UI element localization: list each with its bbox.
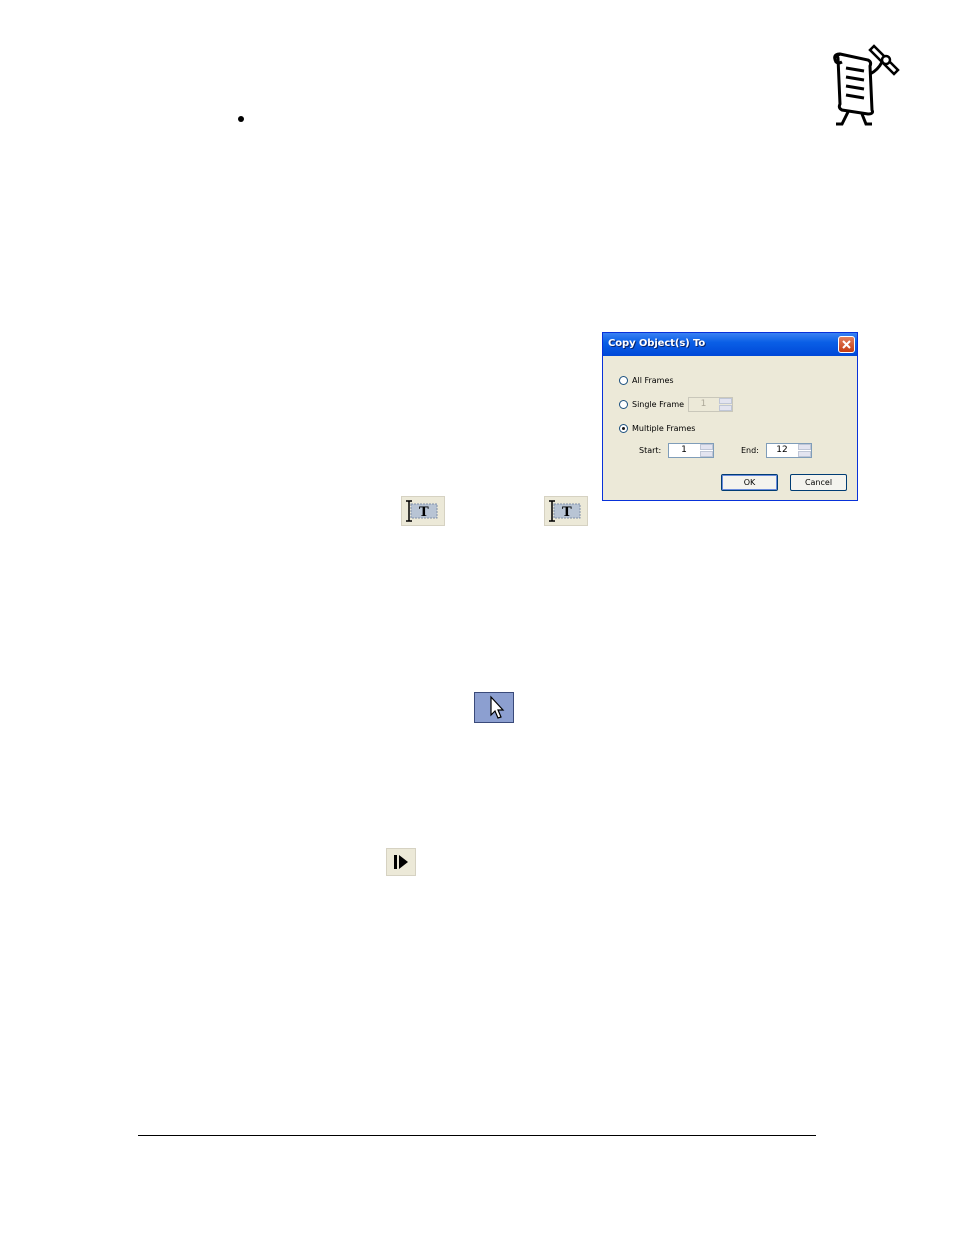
end-label: End:	[741, 446, 759, 455]
start-label: Start:	[639, 446, 662, 455]
ok-button[interactable]: OK	[721, 474, 778, 491]
bullet-point	[238, 116, 244, 122]
single-frame-value: 1	[700, 399, 707, 409]
single-frame-option[interactable]: Single Frame	[619, 398, 684, 410]
footer-divider	[138, 1135, 816, 1136]
spin-down-icon	[719, 405, 732, 411]
step-forward-icon[interactable]	[386, 848, 416, 876]
spin-down-icon[interactable]	[798, 451, 811, 457]
spin-up-icon	[719, 398, 732, 404]
single-frame-radio[interactable]	[619, 399, 628, 409]
text-frame-tool-icon[interactable]: T	[401, 496, 445, 526]
start-frame-stepper[interactable]: 1	[668, 443, 714, 458]
svg-text:T: T	[562, 505, 572, 520]
all-frames-option[interactable]: All Frames	[619, 374, 674, 386]
all-frames-radio[interactable]	[619, 375, 628, 385]
svg-text:T: T	[419, 505, 429, 520]
multiple-frames-option[interactable]: Multiple Frames	[619, 422, 695, 434]
all-frames-label: All Frames	[632, 375, 674, 385]
presenter-scroll-logo-icon	[828, 40, 904, 130]
single-frame-label: Single Frame	[632, 399, 685, 409]
cancel-button[interactable]: Cancel	[790, 474, 847, 491]
spin-up-icon[interactable]	[700, 444, 713, 450]
spin-down-icon[interactable]	[700, 451, 713, 457]
dialog-title: Copy Object(s) To	[608, 338, 706, 349]
text-frame-tool-icon[interactable]: T	[544, 496, 588, 526]
close-icon[interactable]	[838, 336, 855, 353]
spin-up-icon[interactable]	[798, 444, 811, 450]
multiple-frames-radio[interactable]	[619, 423, 628, 433]
start-frame-value[interactable]: 1	[669, 445, 699, 455]
end-frame-value[interactable]: 12	[767, 445, 797, 455]
copy-objects-dialog: Copy Object(s) To All Frames Single Fram…	[602, 332, 858, 501]
dialog-titlebar[interactable]: Copy Object(s) To	[603, 333, 857, 356]
multiple-frames-label: Multiple Frames	[632, 423, 696, 433]
single-frame-stepper: 1	[688, 397, 733, 412]
end-frame-stepper[interactable]: 12	[766, 443, 812, 458]
selection-arrow-icon[interactable]	[474, 692, 514, 723]
